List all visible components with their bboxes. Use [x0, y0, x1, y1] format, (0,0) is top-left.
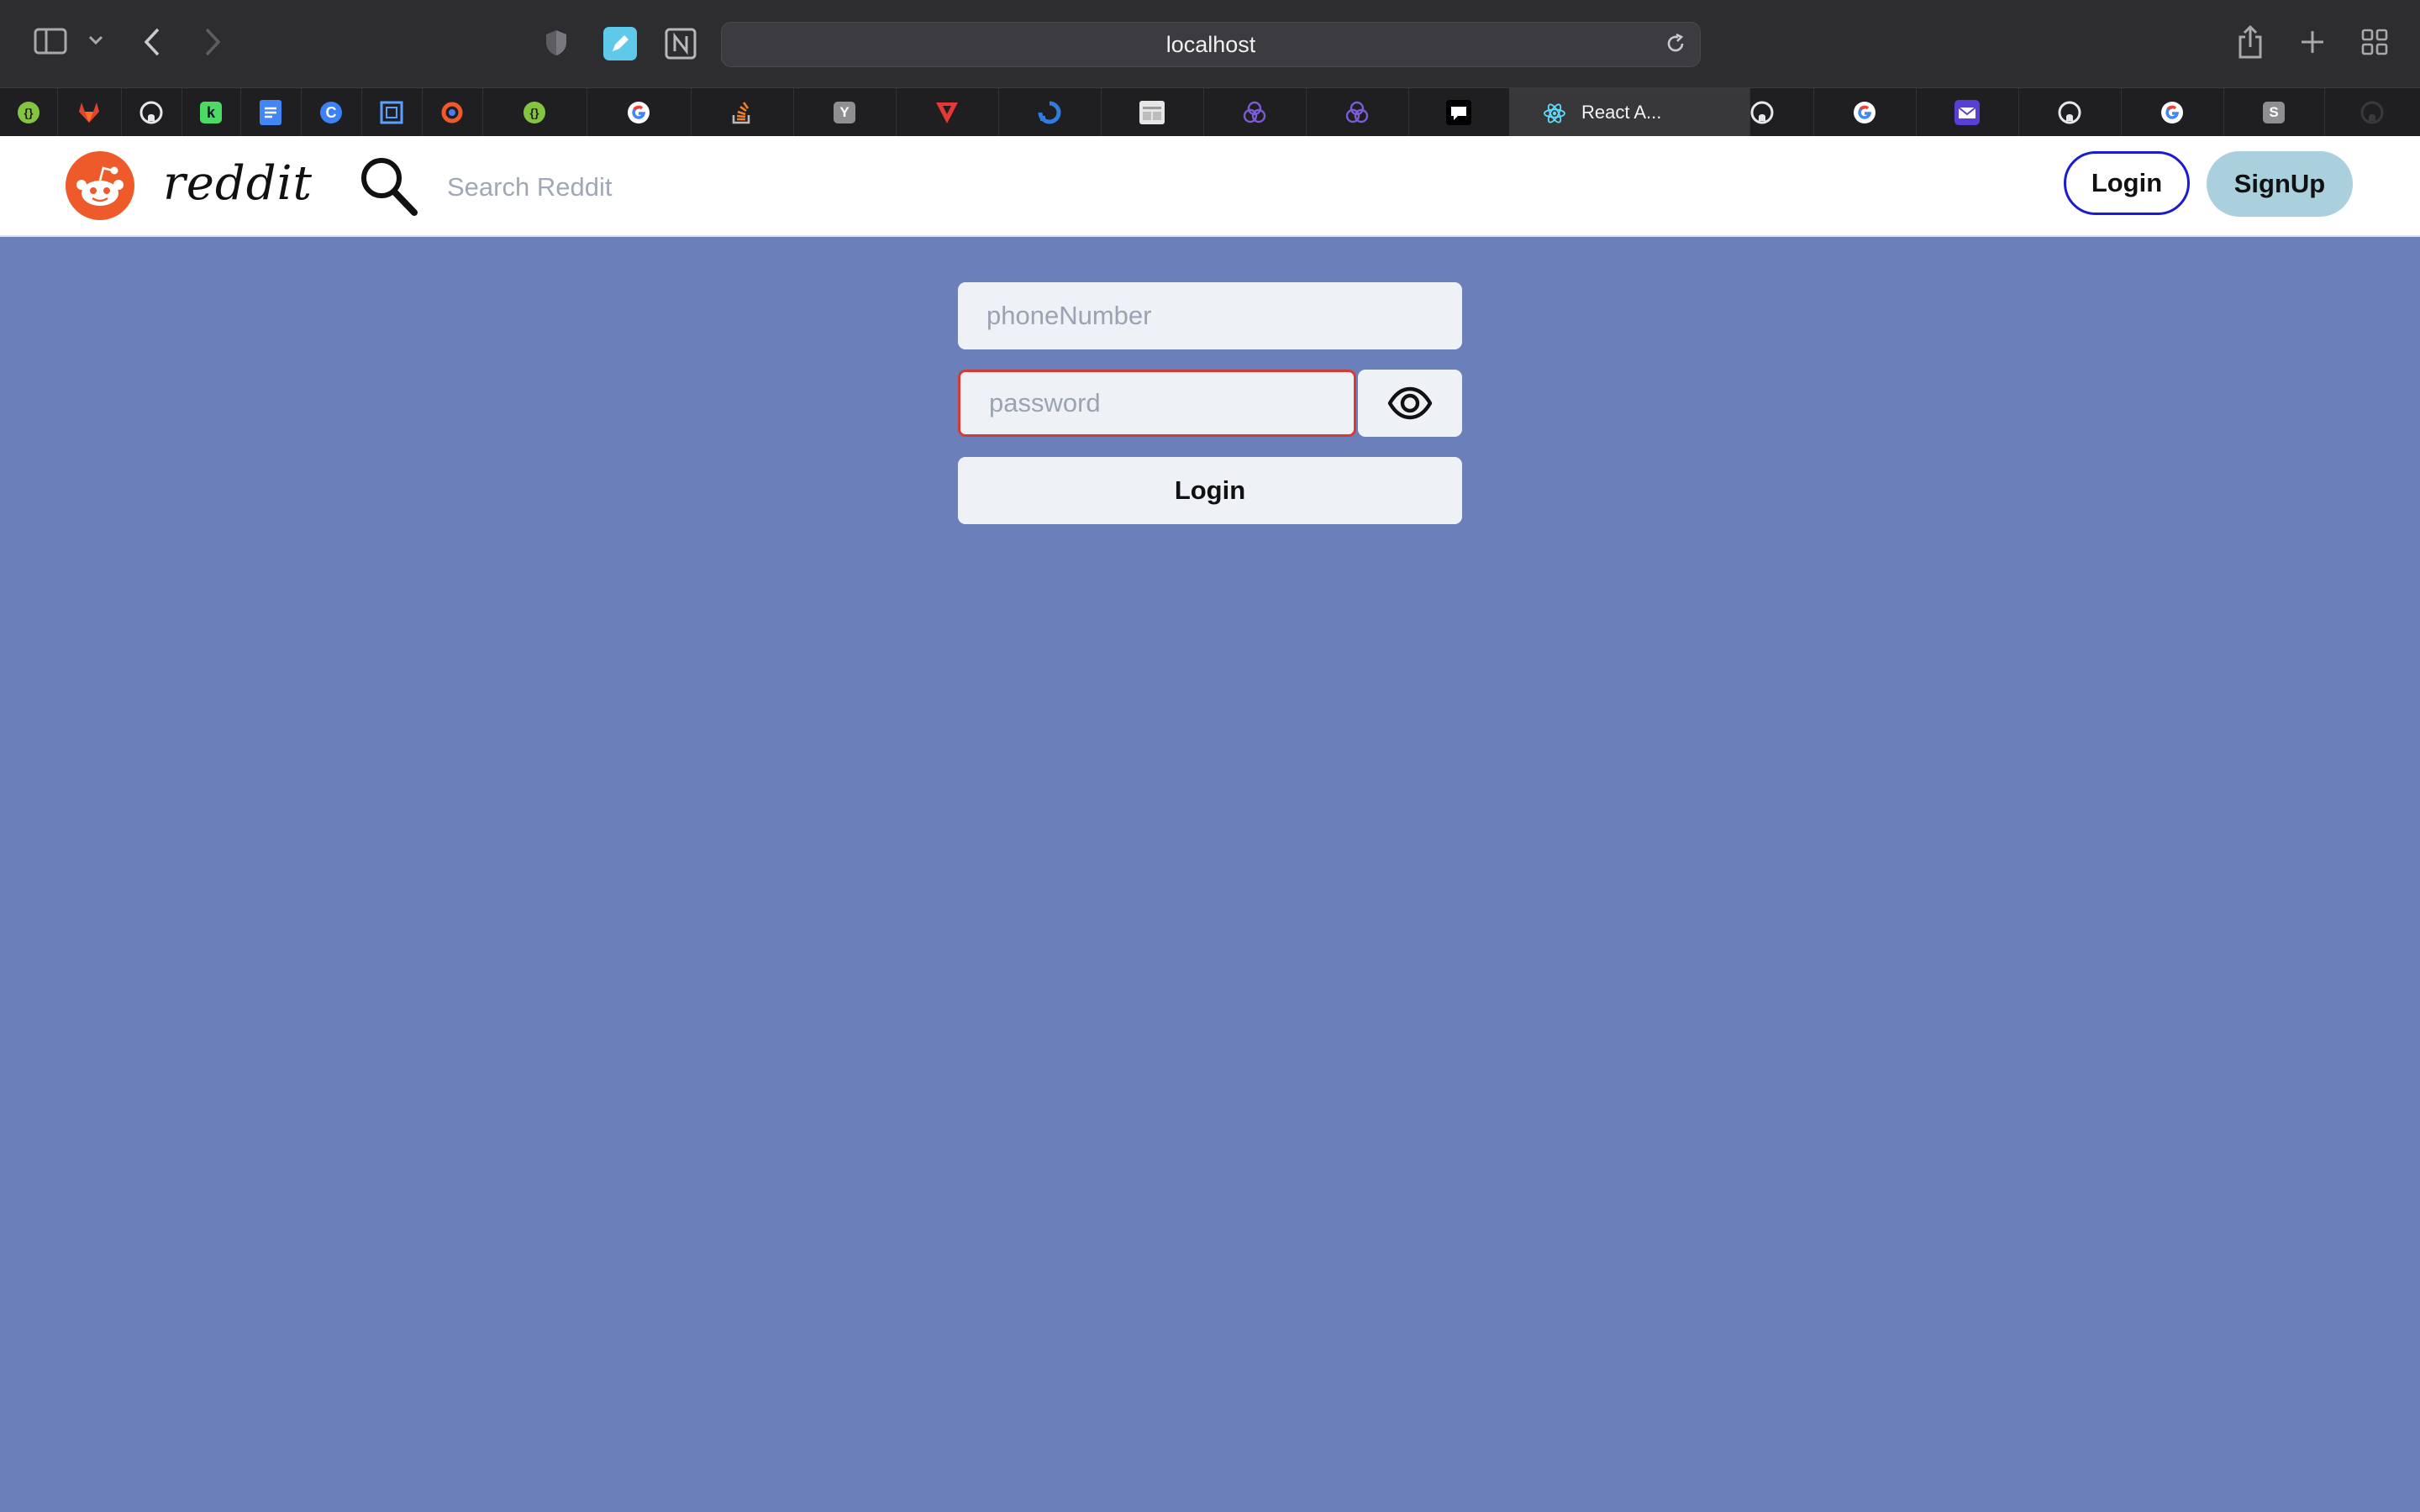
pencil-extension-icon[interactable] — [603, 27, 637, 60]
reload-icon[interactable] — [1665, 33, 1686, 60]
tab-overview-icon[interactable] — [2361, 29, 2388, 55]
tab[interactable] — [1408, 88, 1510, 137]
tab[interactable] — [587, 88, 692, 137]
shield-icon[interactable] — [544, 29, 568, 57]
share-icon[interactable] — [2237, 25, 2264, 59]
chevron-down-icon[interactable] — [87, 34, 104, 47]
tab[interactable] — [896, 88, 999, 137]
tab[interactable] — [1916, 88, 2019, 137]
tab[interactable] — [998, 88, 1102, 137]
tab-title: React A... — [1581, 102, 1662, 123]
green-k-icon: k — [200, 102, 222, 123]
tab[interactable] — [1306, 88, 1409, 137]
red-v-icon — [936, 102, 958, 123]
tab[interactable] — [1711, 88, 1814, 137]
address-bar[interactable]: localhost — [721, 22, 1701, 67]
browser-toolbar: localhost — [0, 0, 2420, 87]
password-input[interactable] — [958, 370, 1356, 437]
new-tab-icon[interactable] — [2299, 29, 2326, 55]
sidebar-toggle-icon[interactable] — [34, 27, 67, 55]
chat-icon — [1446, 100, 1471, 125]
notion-icon[interactable] — [664, 27, 697, 60]
green-braces-icon: {} — [523, 102, 545, 123]
github-icon — [139, 101, 163, 124]
google-docs-icon — [260, 100, 281, 125]
green-braces-icon: {} — [18, 102, 39, 123]
tab[interactable]: C — [301, 88, 362, 137]
site-header: reddit Login SignUp — [0, 136, 2420, 237]
logo-text[interactable]: reddit — [163, 156, 313, 211]
mail-icon — [1954, 100, 1980, 125]
tab[interactable] — [422, 88, 483, 137]
tab[interactable]: {} — [482, 88, 587, 137]
eye-icon — [1387, 386, 1433, 420]
s-icon: S — [2263, 102, 2285, 123]
search-icon[interactable] — [358, 155, 418, 217]
github-icon — [1750, 101, 1774, 124]
reddit-logo-icon[interactable] — [66, 151, 134, 220]
tab[interactable] — [57, 88, 122, 137]
login-submit-button[interactable]: Login — [958, 457, 1462, 524]
tab[interactable]: {} — [0, 88, 58, 137]
toggle-password-visibility-button[interactable] — [1358, 370, 1462, 437]
forward-icon[interactable] — [203, 27, 222, 57]
tab[interactable]: S — [2223, 88, 2325, 137]
y-icon: Y — [834, 102, 855, 123]
phone-number-input[interactable] — [958, 282, 1462, 349]
tab[interactable] — [2121, 88, 2224, 137]
back-icon[interactable] — [143, 27, 161, 57]
stackoverflow-icon — [732, 102, 750, 124]
tab[interactable] — [2018, 88, 2122, 137]
github-icon — [2058, 101, 2081, 124]
tab[interactable]: k — [182, 88, 241, 137]
header-login-button[interactable]: Login — [2064, 151, 2190, 215]
tab[interactable] — [240, 88, 302, 137]
tab[interactable] — [691, 88, 794, 137]
gitlab-icon — [79, 102, 99, 123]
purple-knot-icon — [1345, 101, 1369, 123]
react-icon — [1544, 103, 1565, 123]
orange-ring-icon — [441, 102, 463, 123]
google-icon — [2161, 102, 2183, 123]
search-input[interactable] — [445, 166, 1205, 208]
google-icon — [628, 102, 650, 123]
frame-icon — [380, 101, 403, 124]
tab[interactable]: Y — [793, 88, 897, 137]
tab[interactable] — [2324, 88, 2420, 137]
tab[interactable] — [1813, 88, 1917, 137]
google-icon — [1854, 102, 1876, 123]
tab[interactable] — [121, 88, 182, 137]
purple-knot-icon — [1243, 101, 1266, 123]
blue-c-icon: C — [320, 102, 342, 123]
window-icon — [1139, 101, 1165, 124]
tab-bar: {} k C {} Y React A... S — [0, 87, 2420, 137]
url-text: localhost — [1165, 31, 1256, 57]
tab[interactable] — [1203, 88, 1307, 137]
tab[interactable] — [1101, 88, 1204, 137]
tab[interactable] — [361, 88, 423, 137]
github-icon — [2360, 101, 2384, 124]
header-signup-button[interactable]: SignUp — [2207, 151, 2353, 217]
blue-spinner-icon — [1038, 101, 1061, 124]
